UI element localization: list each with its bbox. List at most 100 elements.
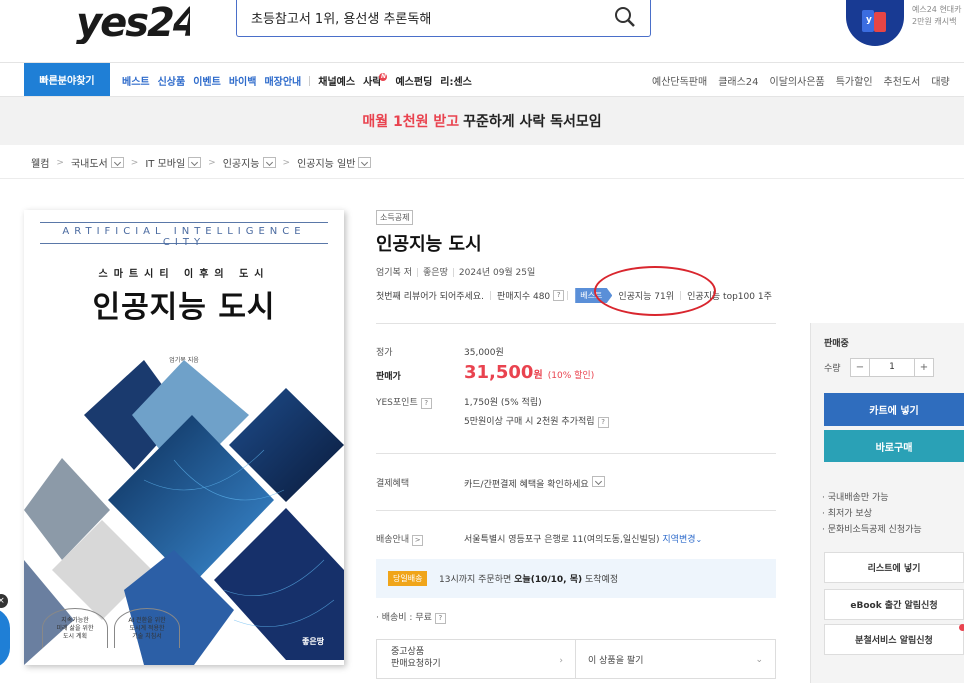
buy-now-button[interactable]: 바로구매: [824, 430, 964, 462]
nav-bulk[interactable]: 대량: [931, 73, 949, 88]
new-badge-icon: N: [379, 73, 388, 81]
search-input[interactable]: 초등참고서 1위, 용선생 추론독해: [251, 8, 431, 27]
help-icon[interactable]: ?: [597, 417, 609, 428]
delivery-eta: 13시까지 주문하면 오늘(10/10, 목) 도착예정: [439, 572, 618, 585]
breadcrumb-dropdown[interactable]: [262, 157, 276, 168]
close-icon[interactable]: ×: [0, 594, 8, 608]
nav-channel-yes[interactable]: 채널예스: [318, 73, 355, 88]
payment-label: 결제혜택: [376, 479, 410, 489]
svg-text:y: y: [866, 15, 872, 25]
nav-store[interactable]: 매장안내: [264, 73, 301, 88]
promo-banner[interactable]: 매월 1천원 받고 꾸준하게 사락 독서모임: [0, 97, 964, 145]
breadcrumb-dropdown[interactable]: [358, 157, 372, 168]
same-day-delivery-box: 당일배송 13시까지 주문하면 오늘(10/10, 목) 도착예정: [376, 559, 776, 598]
cover-subtitle: 스마트시티 이후의 도시: [98, 269, 270, 280]
decrease-button[interactable]: −: [851, 359, 869, 376]
payment-benefit-text: 카드/간편결제 혜택을 확인하세요: [464, 480, 589, 490]
nav-discount[interactable]: 특가할인: [836, 73, 873, 88]
publisher-link[interactable]: 좋은땅: [423, 268, 448, 278]
svg-text:yes24: yes24: [76, 0, 190, 44]
book-cover[interactable]: ARTIFICIAL INTELLIGENCE CITY 스마트시티 이후의 도…: [24, 210, 344, 665]
nav-gifts[interactable]: 이달의사은품: [770, 73, 825, 88]
nav-new[interactable]: 신상품: [158, 73, 186, 88]
pub-date: 2024년 09월 25일: [458, 268, 536, 278]
breadcrumb-it[interactable]: IT 모바일: [145, 155, 185, 170]
nav-best[interactable]: 베스트: [122, 73, 150, 88]
divider: [0, 178, 964, 179]
nav-license[interactable]: 리:센스: [440, 73, 472, 88]
used-line-2: 판매요청하기: [391, 659, 441, 669]
banner-text: 꾸준하게 사락 독서모임: [463, 114, 602, 130]
ebook-alert-button[interactable]: eBook 출간 알림신청: [824, 589, 964, 620]
chevron-down-icon: ⌄: [755, 655, 763, 665]
breadcrumb-dropdown[interactable]: [188, 157, 202, 168]
used-sale-request[interactable]: 중고상품 판매요청하기 ›: [377, 640, 577, 678]
breadcrumb-ai[interactable]: 인공지능: [223, 155, 260, 170]
help-icon[interactable]: ?: [434, 613, 446, 624]
add-to-cart-button[interactable]: 카트에 넣기: [824, 393, 964, 426]
help-icon[interactable]: ?: [420, 398, 432, 409]
review-prompt[interactable]: 첫번째 리뷰어가 되어주세요.: [376, 289, 484, 302]
payment-benefit[interactable]: 카드/간편결제 혜택을 확인하세요: [464, 476, 605, 490]
breadcrumb-ai-general[interactable]: 인공지능 일반: [297, 155, 355, 170]
ad-card-image[interactable]: y: [846, 0, 904, 46]
note-lowest-price: · 최저가 보상: [822, 509, 872, 519]
add-to-list-button[interactable]: 리스트에 넣기: [824, 552, 964, 583]
list-price-label: 정가: [376, 348, 393, 358]
help-icon[interactable]: ?: [553, 290, 565, 301]
quantity-stepper[interactable]: − 1 +: [850, 358, 934, 377]
nav-sarak[interactable]: 사락N: [363, 73, 388, 88]
breadcrumb-domestic[interactable]: 국내도서: [71, 155, 108, 170]
ad-text[interactable]: 예스24 현대카 2만원 캐시백: [912, 4, 964, 28]
badge-line: 도시계 적용한: [129, 625, 165, 632]
points-extra-group: 5만원이상 구매 시 2천원 추가적립?: [464, 414, 609, 428]
same-day-tag: 당일배송: [388, 571, 428, 586]
chevron-right-icon: >: [208, 157, 216, 168]
points-value: 1,750원 (5% 적립): [464, 398, 542, 408]
split-service-alert-button[interactable]: 분철서비스 알림신청: [824, 624, 964, 655]
product-meta: 엄기복 저 | 좋은땅 | 2024년 09월 25일: [376, 268, 536, 278]
sell-this-item[interactable]: 이 상품을 팔기 ⌄: [576, 640, 775, 678]
sale-price-unit: 원: [533, 370, 543, 381]
points-extra: 5만원이상 구매 시 2천원 추가적립: [464, 417, 595, 427]
shipping-fee: · 배송비 : 무료: [376, 613, 432, 623]
nav-event[interactable]: 이벤트: [193, 73, 221, 88]
quantity-input[interactable]: 1: [869, 359, 915, 376]
divider: [376, 453, 776, 454]
ad-line-2: 2만원 캐시백: [912, 17, 957, 26]
quick-category-button[interactable]: 빠른분야찾기: [24, 63, 110, 96]
cover-en-title: ARTIFICIAL INTELLIGENCE CITY: [62, 226, 306, 248]
nav-buyback[interactable]: 바이백: [229, 73, 257, 88]
sales-index: 판매지수 480: [497, 292, 551, 302]
banner-highlight: 매월 1천원 받고: [362, 114, 460, 130]
eta-date: 오늘(10/10, 목): [514, 575, 583, 585]
breadcrumb-dropdown[interactable]: [110, 157, 124, 168]
search-icon[interactable]: [614, 6, 636, 28]
yes24-logo[interactable]: yes24: [74, 0, 190, 44]
main-nav: 베스트 신상품 이벤트 바이백 매장안내 채널예스 사락N 예스펀딩 리:센스: [122, 73, 480, 88]
cover-title: 인공지능 도시: [92, 290, 276, 325]
increase-button[interactable]: +: [915, 359, 933, 376]
cover-publisher: 좋은땅: [302, 637, 325, 646]
chevron-down-icon[interactable]: [591, 476, 605, 487]
change-region-link[interactable]: 지역변경: [662, 535, 695, 545]
chevron-right-icon[interactable]: >: [412, 535, 424, 546]
breadcrumb-home[interactable]: 웰컴: [31, 155, 49, 170]
search-box[interactable]: 초등참고서 1위, 용선생 추론독해: [236, 0, 651, 37]
chevron-right-icon: ›: [559, 656, 564, 666]
divider: [376, 323, 776, 324]
floating-widget[interactable]: [0, 608, 10, 668]
chevron-right-icon: >: [56, 157, 64, 168]
nav-class24[interactable]: 클래스24: [718, 73, 758, 88]
nav-funding[interactable]: 예스펀딩: [395, 73, 432, 88]
shipping-label-group: 배송안내 >: [376, 532, 424, 546]
purchase-notes: · 국내배송만 가능 · 최저가 보상 · 문화비소득공제 신청가능: [822, 490, 922, 538]
tax-deduction-tag: 소득공제: [376, 210, 414, 225]
nav-recommend[interactable]: 추천도서: [884, 73, 921, 88]
eta-prefix: 13시까지 주문하면: [439, 575, 512, 585]
discount-rate: (10% 할인): [547, 371, 595, 381]
sub-nav: 예산단독판매 클래스24 이달의사은품 특가할인 추천도서 대량: [652, 73, 961, 88]
badge-line: AI 전환을 위한: [128, 617, 166, 624]
author-link[interactable]: 엄기복 저: [376, 268, 412, 278]
nav-exclusive[interactable]: 예산단독판매: [652, 73, 707, 88]
